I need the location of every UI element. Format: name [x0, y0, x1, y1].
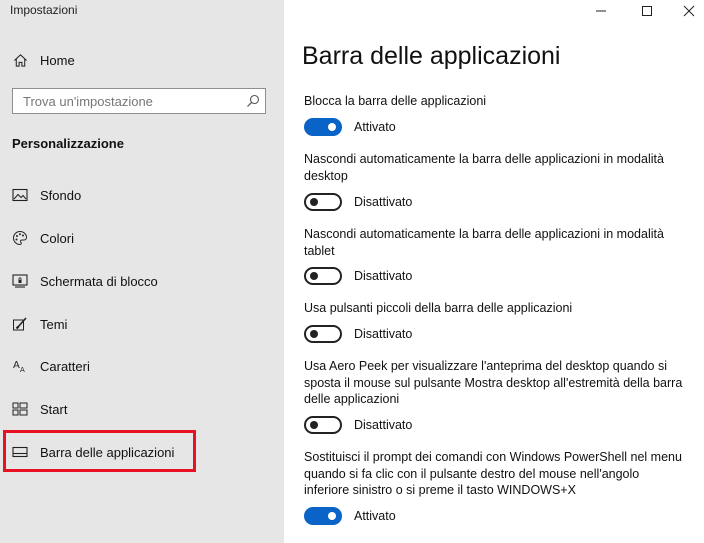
toggle-knob	[328, 512, 336, 520]
toggle-state-text: Disattivato	[354, 327, 413, 341]
aero-peek-toggle[interactable]	[304, 416, 342, 434]
sidebar-item-caratteri[interactable]: AA Caratteri	[0, 346, 284, 386]
sidebar-item-start[interactable]: Start	[0, 389, 284, 429]
toggle-knob	[310, 198, 318, 206]
svg-text:A: A	[20, 366, 25, 374]
picture-icon	[12, 187, 28, 203]
search-input[interactable]: Trova un'impostazione	[12, 88, 266, 114]
sidebar-item-label: Sfondo	[40, 187, 82, 203]
auto-hide-desktop-toggle[interactable]	[304, 193, 342, 211]
main-content: Barra delle applicazioni Blocca la barra…	[284, 0, 704, 543]
sidebar: Impostazioni Home Trova un'impostazione …	[0, 0, 284, 543]
toggle-knob	[328, 123, 336, 131]
toggle-knob	[310, 272, 318, 280]
sidebar-item-label: Colori	[40, 230, 74, 246]
toggle-state-text: Disattivato	[354, 418, 413, 432]
small-buttons-toggle[interactable]	[304, 325, 342, 343]
sidebar-item-label: Home	[40, 52, 75, 68]
theme-brush-icon	[12, 316, 28, 332]
powershell-toggle[interactable]	[304, 507, 342, 525]
setting-label: Usa pulsanti piccoli della barra delle a…	[304, 301, 573, 315]
lock-taskbar-toggle[interactable]	[304, 118, 342, 136]
setting-label: Nascondi automaticamente la barra delle …	[304, 152, 664, 183]
toggle-knob	[310, 421, 318, 429]
lock-screen-icon	[12, 273, 28, 289]
toggle-state-text: Disattivato	[354, 195, 413, 209]
maximize-button[interactable]	[624, 2, 670, 20]
sidebar-item-label: Start	[40, 401, 68, 417]
minimize-button[interactable]	[578, 2, 624, 20]
section-title: Personalizzazione	[12, 136, 124, 151]
search-placeholder: Trova un'impostazione	[23, 94, 153, 109]
minimize-icon	[596, 10, 606, 12]
close-icon	[683, 5, 695, 17]
setting-label: Blocca la barra delle applicazioni	[304, 94, 487, 108]
search-icon[interactable]	[246, 94, 260, 108]
sidebar-item-label: Schermata di blocco	[40, 273, 158, 289]
sidebar-item-home[interactable]: Home	[0, 40, 284, 80]
toggle-state-text: Attivato	[354, 120, 396, 134]
fonts-icon: AA	[12, 358, 28, 374]
maximize-icon	[642, 6, 652, 16]
sidebar-item-schermata-di-blocco[interactable]: Schermata di blocco	[0, 261, 284, 301]
toggle-state-text: Attivato	[354, 509, 396, 523]
setting-label: Nascondi automaticamente la barra delle …	[304, 227, 664, 258]
toggle-state-text: Disattivato	[354, 269, 413, 283]
sidebar-item-colori[interactable]: Colori	[0, 218, 284, 258]
svg-text:A: A	[13, 360, 20, 371]
sidebar-item-temi[interactable]: Temi	[0, 304, 284, 344]
page-title: Barra delle applicazioni	[302, 42, 561, 70]
sidebar-item-sfondo[interactable]: Sfondo	[0, 175, 284, 215]
home-icon	[12, 52, 28, 68]
close-button[interactable]	[666, 2, 704, 20]
app-title: Impostazioni	[10, 3, 78, 17]
sidebar-item-label: Temi	[40, 316, 68, 332]
setting-label: Sostituisci il prompt dei comandi con Wi…	[304, 450, 682, 497]
palette-icon	[12, 230, 28, 246]
setting-label: Usa Aero Peek per visualizzare l'antepri…	[304, 359, 683, 406]
start-grid-icon	[12, 401, 28, 417]
selection-highlight-box	[3, 430, 196, 472]
sidebar-item-label: Caratteri	[40, 358, 90, 374]
toggle-knob	[310, 330, 318, 338]
auto-hide-tablet-toggle[interactable]	[304, 267, 342, 285]
